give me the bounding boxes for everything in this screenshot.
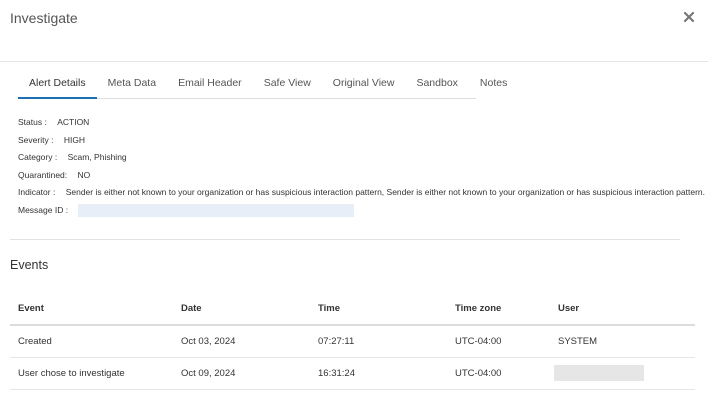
message-id-row: Message ID : [18, 203, 698, 222]
user-cell [550, 357, 695, 390]
status-row: Status : ACTION [18, 116, 698, 134]
category-label: Category : [18, 152, 58, 162]
indicator-row: Indicator : Sender is either not known t… [18, 186, 705, 204]
date-cell: Oct 03, 2024 [173, 325, 310, 358]
quarantined-label: Quarantined: [18, 169, 68, 180]
timezone-cell: UTC-04:00 [447, 357, 550, 390]
table-row: Created Oct 03, 2024 07:27:11 UTC-04:00 … [10, 325, 695, 358]
events-table: Event Date Time Time zone User Created O… [10, 292, 695, 390]
event-cell: Created [10, 325, 173, 358]
column-header-time-zone: Time zone [447, 292, 550, 326]
user-redacted [554, 365, 644, 381]
severity-row: Severity : HIGH [18, 134, 698, 152]
tab-original-view[interactable]: Original View [322, 72, 406, 99]
section-divider [10, 239, 680, 240]
message-id-label: Message ID : [18, 204, 69, 215]
indicator-value: Sender is either not known to your organ… [65, 187, 705, 197]
message-id-redacted [78, 203, 355, 217]
tab-email-header[interactable]: Email Header [167, 72, 253, 99]
status-label: Status : [18, 117, 47, 127]
category-value: Scam, Phishing [67, 152, 127, 162]
timezone-cell: UTC-04:00 [447, 325, 550, 358]
date-cell: Oct 09, 2024 [173, 357, 310, 390]
tab-bar: Alert Details Meta Data Email Header Saf… [18, 72, 507, 99]
quarantined-row: Quarantined: NO [18, 169, 698, 187]
table-header-row: Event Date Time Time zone User [10, 292, 695, 326]
indicator-label: Indicator : [18, 187, 56, 197]
modal-title: Investigate [10, 10, 78, 26]
tab-alert-details[interactable]: Alert Details [18, 72, 97, 99]
time-cell: 16:31:24 [310, 357, 447, 390]
event-cell: User chose to investigate [10, 357, 173, 390]
tab-notes[interactable]: Notes [469, 72, 518, 99]
close-icon[interactable] [682, 10, 696, 24]
tab-safe-view[interactable]: Safe View [253, 72, 322, 99]
severity-value: HIGH [63, 134, 86, 145]
status-value: ACTION [57, 117, 90, 127]
modal-header: Investigate [0, 0, 708, 62]
column-header-time: Time [310, 292, 447, 326]
column-header-event: Event [10, 292, 173, 326]
alert-details: Status : ACTION Severity : HIGH Category… [18, 116, 705, 222]
user-cell: SYSTEM [550, 325, 695, 358]
time-cell: 07:27:11 [310, 325, 447, 358]
tab-sandbox[interactable]: Sandbox [405, 72, 468, 99]
tab-meta-data[interactable]: Meta Data [97, 72, 167, 99]
severity-label: Severity : [18, 134, 54, 145]
events-title: Events [10, 258, 49, 272]
quarantined-value: NO [77, 169, 91, 180]
column-header-user: User [550, 292, 695, 326]
table-row: User chose to investigate Oct 09, 2024 1… [10, 357, 695, 390]
category-row: Category : Scam, Phishing [18, 151, 698, 169]
column-header-date: Date [173, 292, 310, 326]
